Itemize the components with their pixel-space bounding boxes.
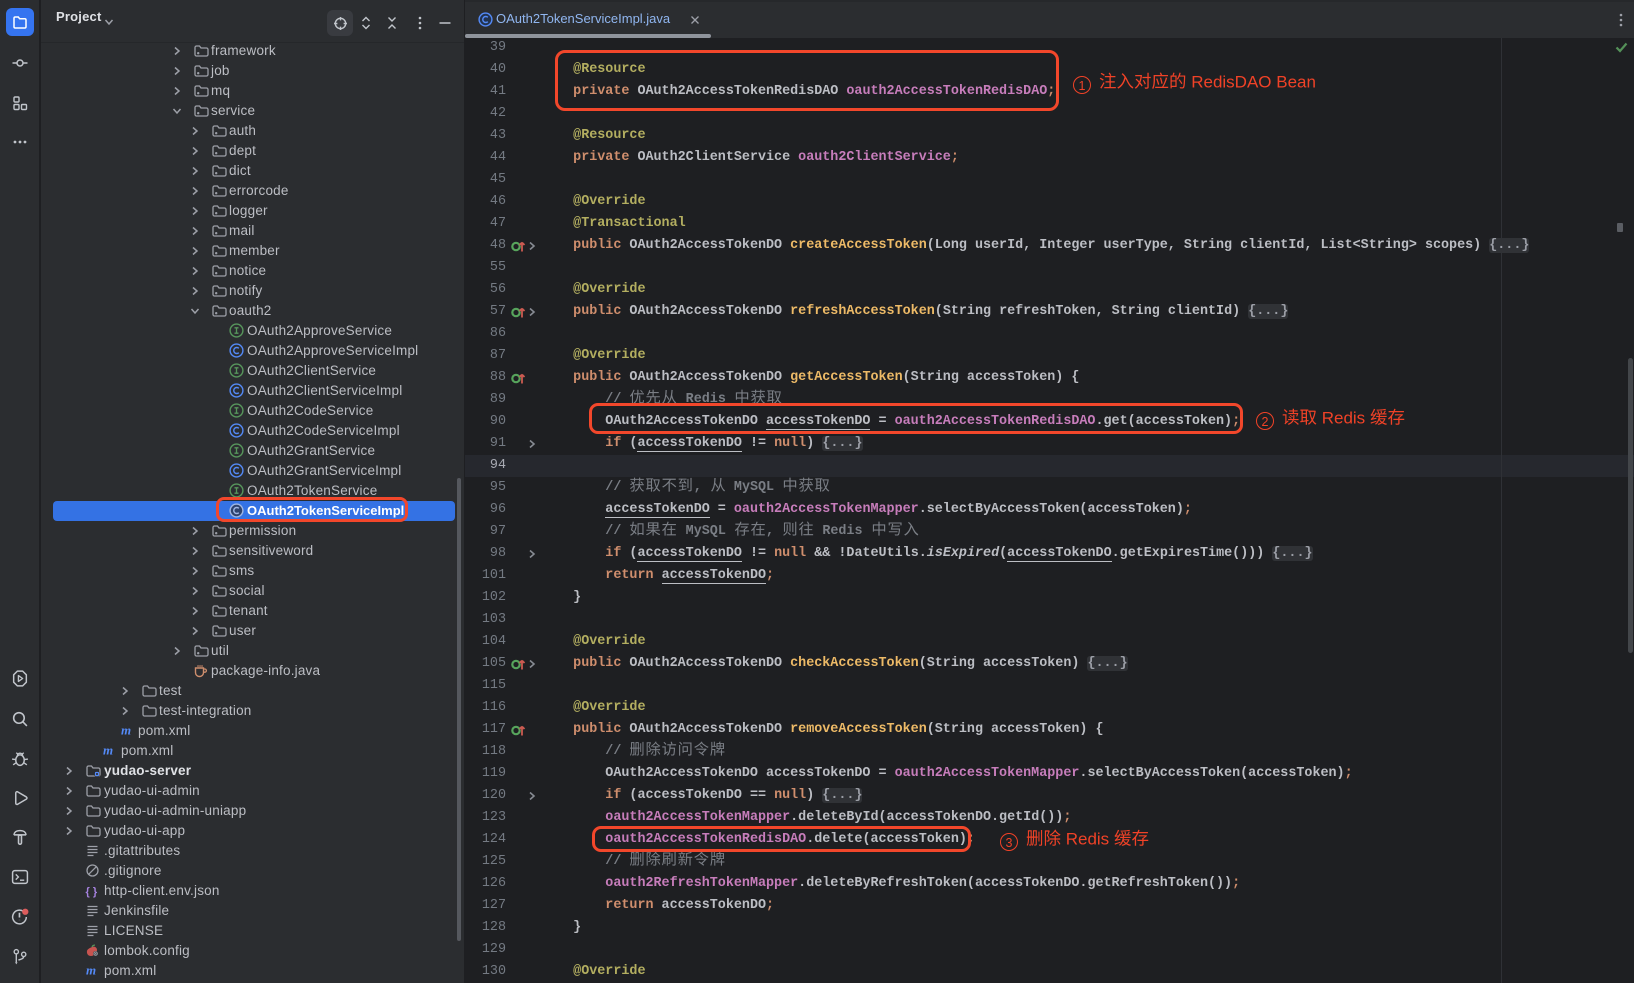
svg-text:m: m: [121, 723, 131, 738]
svg-text:m: m: [86, 963, 96, 978]
svg-text:{ }: { }: [86, 886, 98, 898]
svg-text:m: m: [103, 743, 113, 758]
